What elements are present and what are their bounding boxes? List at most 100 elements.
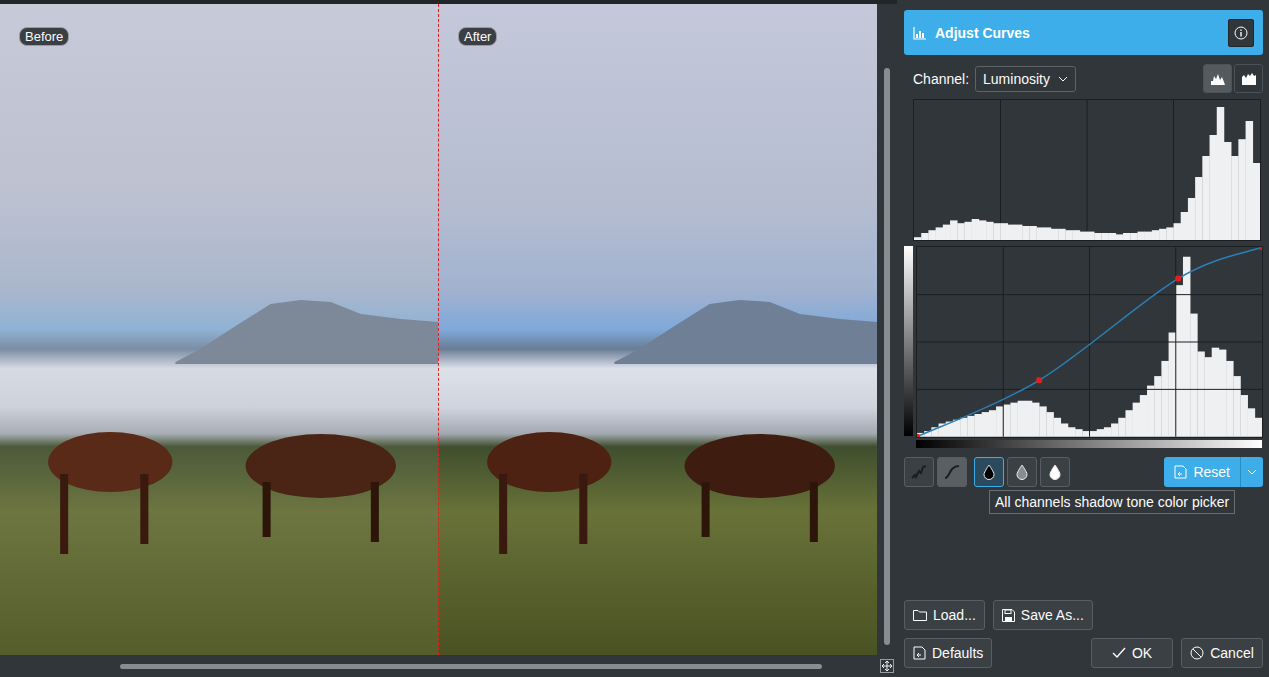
pane-label: Before: [19, 27, 69, 46]
histogram-bar: [928, 230, 936, 240]
scroll-track[interactable]: [0, 664, 877, 669]
histogram-bar: [1123, 233, 1131, 240]
preview-canvas[interactable]: Before After: [0, 4, 877, 655]
histogram-bar: [979, 220, 987, 240]
curve-histogram-bar: [1068, 427, 1075, 436]
linear-histogram-icon: [1210, 72, 1226, 86]
histogram-bar: [1022, 226, 1030, 240]
color-picker-button[interactable]: [1040, 457, 1070, 487]
histogram-bar: [1037, 227, 1045, 240]
defaults-button[interactable]: Defaults: [904, 638, 992, 668]
histogram-bar: [1044, 227, 1052, 240]
photo: [0, 4, 438, 655]
channel-value: Luminosity: [983, 71, 1050, 87]
load-button[interactable]: Load...: [904, 600, 985, 630]
histogram-bar: [1008, 225, 1016, 240]
histogram-bar: [950, 220, 958, 240]
histogram-bar: [1159, 229, 1167, 240]
histogram-bar: [1246, 121, 1254, 240]
curve-histogram-bar: [1039, 406, 1046, 436]
curves-tool-icon: [913, 26, 927, 40]
histogram-bar: [1080, 232, 1088, 240]
ok-button[interactable]: OK: [1091, 638, 1173, 668]
tool-title: Adjust Curves: [935, 25, 1030, 41]
curve-histogram-bar: [1169, 333, 1176, 437]
curve-histogram-bar: [1046, 412, 1053, 437]
curve-point[interactable]: [1175, 276, 1181, 282]
horse-leg: [810, 482, 818, 542]
log-histogram-icon: [1241, 72, 1257, 86]
tool-header: Adjust Curves: [904, 10, 1263, 55]
preview-pane: After: [438, 4, 877, 655]
shadow-dropper-icon: [983, 464, 995, 480]
curve-histogram-bar: [974, 414, 981, 437]
curve-histogram-bar: [1255, 418, 1262, 437]
reset-main[interactable]: Reset: [1164, 457, 1240, 487]
cancel-icon: [1190, 646, 1204, 660]
reset-button[interactable]: Reset: [1164, 457, 1263, 487]
histogram-bar: [943, 225, 951, 240]
file-buttons: Load... Save As...: [904, 600, 1263, 630]
histogram-bar: [1051, 229, 1059, 240]
horse-leg: [371, 482, 379, 542]
scale-button[interactable]: [1234, 64, 1263, 93]
horse-leg: [499, 474, 507, 554]
curve-type-button[interactable]: [904, 457, 934, 487]
vertical-scrollbar[interactable]: [877, 4, 897, 655]
check-icon: [1112, 647, 1126, 659]
view-row: Before After: [0, 4, 897, 655]
curve-histogram-bar: [1125, 410, 1132, 437]
photo: [439, 4, 877, 655]
reset-menu-button[interactable]: [1240, 457, 1263, 487]
histogram-bar: [1058, 229, 1066, 240]
horizontal-scrollbar[interactable]: [0, 655, 897, 677]
curve-point[interactable]: [1259, 246, 1263, 250]
histogram-bar: [1238, 139, 1246, 240]
midtone-dropper-icon: [1016, 464, 1028, 480]
curve-histogram-bar: [1226, 361, 1233, 437]
histogram-bar: [972, 219, 980, 240]
cancel-button[interactable]: Cancel: [1181, 638, 1263, 668]
scale-button[interactable]: [1203, 64, 1232, 93]
histogram-bar: [1202, 156, 1210, 240]
curve-histogram-bar: [1089, 431, 1096, 437]
color-picker-button[interactable]: [974, 457, 1004, 487]
grid-line: [917, 342, 1262, 343]
pan-icon[interactable]: [880, 659, 894, 673]
output-gradient: [904, 246, 913, 436]
tool-row: Reset All channels shadow tone color pic…: [904, 456, 1263, 487]
channel-select[interactable]: Luminosity: [975, 66, 1076, 92]
curve-histogram-bar: [967, 416, 974, 437]
curve-histogram-bar: [1032, 403, 1039, 437]
histogram-bar: [1101, 233, 1109, 240]
scroll-thumb[interactable]: [884, 68, 890, 645]
info-button[interactable]: [1228, 19, 1254, 47]
histogram-bar: [986, 222, 994, 240]
horse-leg: [579, 474, 587, 544]
curve-histogram-bar: [1190, 314, 1197, 437]
curve-histogram-bar: [1183, 257, 1190, 437]
curve-histogram-bar: [1118, 418, 1125, 437]
picker-group: [974, 457, 1070, 487]
curve-histogram-bar: [1197, 351, 1204, 436]
curve-point[interactable]: [1036, 377, 1042, 383]
channel-row: Channel: Luminosity: [904, 64, 1263, 93]
curve-histogram-bar: [1104, 427, 1111, 436]
scroll-thumb[interactable]: [120, 664, 822, 669]
histogram-bar: [1094, 233, 1102, 240]
histogram-bar: [1210, 135, 1218, 240]
curve-histogram-bar: [1111, 423, 1118, 436]
curve-editor[interactable]: [916, 246, 1263, 438]
color-picker-button[interactable]: [1007, 457, 1037, 487]
curve-row: [904, 246, 1263, 438]
save-as-button[interactable]: Save As...: [993, 600, 1093, 630]
curve-histogram-bar: [1082, 431, 1089, 437]
curve-line[interactable]: [917, 247, 1262, 436]
histogram-bar: [1137, 232, 1145, 240]
histogram-bar: [936, 227, 944, 240]
curve-point[interactable]: [916, 434, 920, 438]
histogram-bar: [1116, 234, 1124, 240]
histogram-chart: [913, 99, 1261, 241]
curve-type-button[interactable]: [937, 457, 967, 487]
image-viewer: Before After: [0, 0, 897, 677]
